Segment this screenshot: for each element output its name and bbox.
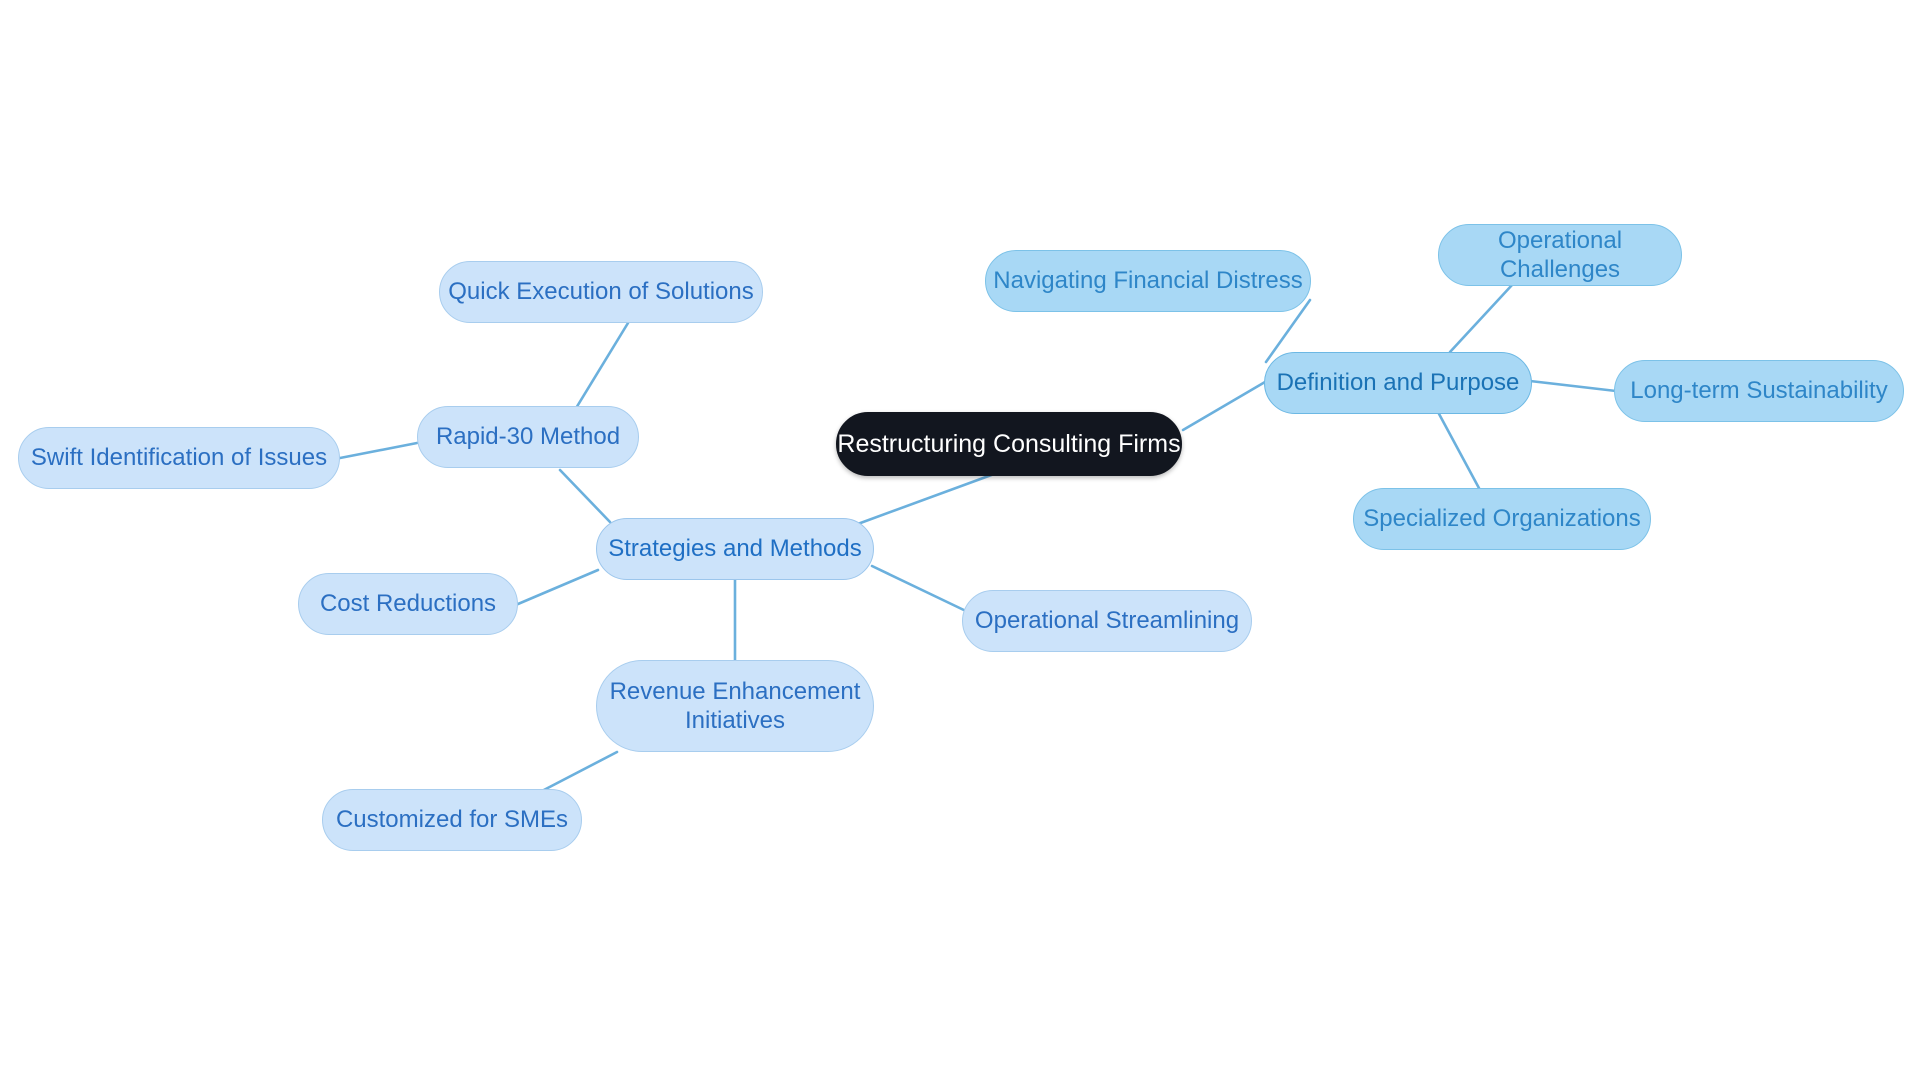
edge-definition-challenges bbox=[1448, 283, 1514, 354]
node-quick-execution-of-solutions[interactable]: Quick Execution of Solutions bbox=[439, 261, 763, 323]
node-root[interactable]: Restructuring Consulting Firms bbox=[836, 412, 1182, 476]
edge-strategies-rapid30 bbox=[558, 468, 612, 524]
node-strategies-and-methods[interactable]: Strategies and Methods bbox=[596, 518, 874, 580]
node-definition-and-purpose[interactable]: Definition and Purpose bbox=[1264, 352, 1532, 414]
edge-definition-specialized bbox=[1436, 410, 1482, 492]
node-customized-for-smes[interactable]: Customized for SMEs bbox=[322, 789, 582, 851]
node-operational-streamlining[interactable]: Operational Streamlining bbox=[962, 590, 1252, 652]
node-swift-identification-of-issues[interactable]: Swift Identification of Issues bbox=[18, 427, 340, 489]
edge-revenue-smes bbox=[538, 750, 619, 794]
node-rapid-30-method[interactable]: Rapid-30 Method bbox=[417, 406, 639, 468]
node-revenue-enhancement-initiatives[interactable]: Revenue Enhancement Initiatives bbox=[596, 660, 874, 752]
node-specialized-organizations[interactable]: Specialized Organizations bbox=[1353, 488, 1651, 550]
edge-rapid30-swift bbox=[338, 441, 419, 460]
edge-strategies-streamlining bbox=[870, 564, 970, 614]
node-long-term-sustainability[interactable]: Long-term Sustainability bbox=[1614, 360, 1904, 422]
mindmap-canvas: Restructuring Consulting Firms Definitio… bbox=[0, 0, 1920, 1083]
node-operational-challenges[interactable]: Operational Challenges bbox=[1438, 224, 1682, 286]
node-navigating-financial-distress[interactable]: Navigating Financial Distress bbox=[985, 250, 1311, 312]
node-cost-reductions[interactable]: Cost Reductions bbox=[298, 573, 518, 635]
edge-root-definition bbox=[1181, 380, 1267, 432]
edge-rapid30-quick bbox=[568, 321, 630, 420]
edge-root-strategies bbox=[853, 468, 1007, 527]
edge-strategies-cost bbox=[516, 568, 600, 606]
edge-definition-sustainability bbox=[1528, 379, 1618, 393]
